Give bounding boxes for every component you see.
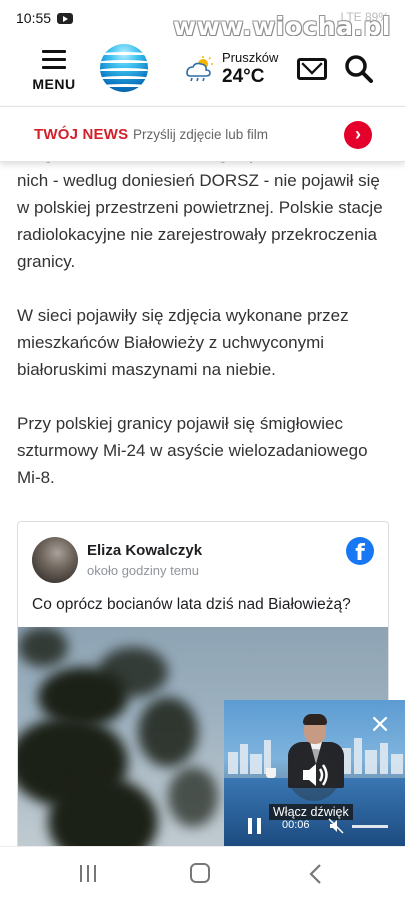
chevron-right-icon[interactable]: ›	[344, 121, 372, 149]
video-anchor-hair	[303, 714, 327, 725]
twoj-news-subtitle: Przyślij zdjęcie lub film	[133, 127, 269, 142]
facebook-icon[interactable]: f	[346, 537, 374, 565]
mail-icon[interactable]	[297, 58, 327, 80]
back-icon[interactable]	[306, 863, 326, 885]
recent-apps-icon[interactable]	[78, 865, 98, 883]
post-author[interactable]: Eliza Kowalczyk	[87, 542, 202, 559]
site-header: MENU Pruszków 24°C	[0, 36, 405, 106]
floating-video-player[interactable]: × Włącz dźwięk 00:06	[224, 700, 405, 846]
home-icon[interactable]	[190, 863, 210, 883]
twoj-news-bar[interactable]: TWÓJ NEWS Przyślij zdjęcie lub film ›	[0, 106, 405, 162]
status-time: 10:55	[16, 10, 52, 26]
close-icon[interactable]: ×	[369, 711, 391, 737]
article-paragraph: Przy polskiej granicy pojawił się śmigło…	[17, 414, 368, 487]
article-paragraph: nich - wedlug doniesień DORSZ - nie poja…	[17, 171, 383, 271]
youtube-notification-icon	[57, 12, 74, 24]
video-elapsed-time: 00:06	[282, 819, 310, 831]
weather-temperature: 24°C	[222, 66, 265, 87]
system-navigation-bar	[0, 846, 405, 900]
twoj-news-title: TWÓJ NEWS	[34, 126, 129, 143]
article-paragraph: W sieci pojawiły się zdjęcia wykonane pr…	[17, 306, 349, 379]
avatar[interactable]	[32, 537, 78, 583]
site-logo[interactable]	[100, 44, 148, 92]
pause-icon[interactable]	[248, 818, 262, 834]
video-cup	[266, 768, 276, 778]
article-body: śmigłowce i statek bezzałogowy. Żaden z …	[17, 140, 389, 518]
weather-rain-sun-icon	[186, 56, 213, 82]
speaker-icon[interactable]	[288, 749, 340, 801]
mute-icon[interactable]	[328, 818, 344, 834]
menu-label: MENU	[32, 76, 76, 92]
search-icon[interactable]	[344, 54, 374, 84]
weather-city: Pruszków	[222, 50, 279, 65]
video-controls: 00:06	[224, 808, 405, 846]
post-text: Co oprócz bocianów lata dziś nad Białowi…	[32, 596, 351, 613]
volume-slider[interactable]	[352, 825, 388, 828]
post-time: około godziny temu	[87, 563, 200, 578]
hamburger-icon	[42, 50, 66, 70]
menu-button[interactable]: MENU	[30, 48, 78, 98]
